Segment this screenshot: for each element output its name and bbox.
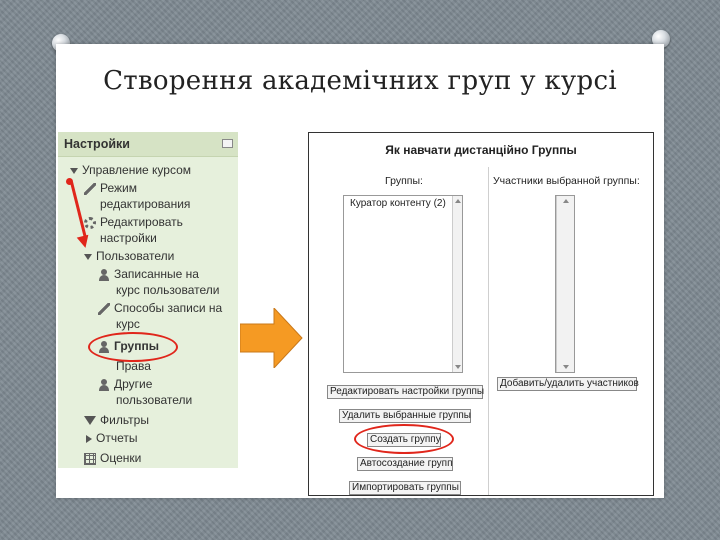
tree-item-other-users-cont: пользователи	[116, 393, 193, 407]
tree-item-grades[interactable]: Оценки	[84, 450, 141, 466]
settings-header-title: Настройки	[64, 137, 130, 151]
user-icon	[98, 378, 110, 391]
highlight-ellipse-groups	[88, 332, 178, 362]
tree-item-enrol-methods[interactable]: Способы записи на	[98, 300, 222, 316]
tree-item-other-users[interactable]: Другие	[98, 376, 152, 392]
group-option[interactable]: Куратор контенту (2)	[350, 198, 446, 209]
edit-group-settings-button[interactable]: Редактировать настройки группы	[327, 385, 484, 399]
groups-scrollbar[interactable]	[452, 196, 462, 372]
add-remove-members-button[interactable]: Добавить/удалить участников	[497, 377, 639, 391]
settings-header: Настройки	[58, 132, 238, 157]
tree-item-users[interactable]: Пользователи	[84, 248, 174, 264]
collapse-icon	[86, 434, 92, 443]
settings-panel: Настройки Управление курсом Режим редакт…	[58, 132, 238, 468]
expand-icon	[84, 253, 92, 260]
filter-icon	[84, 416, 96, 426]
members-column-label: Участники выбранной группы:	[493, 175, 640, 187]
groups-column-label: Группы:	[385, 175, 423, 187]
tree-item-enrolled-users-cont: курс пользователи	[116, 283, 220, 297]
tree-item-enrol-methods-cont: курс	[116, 317, 140, 331]
expand-icon	[70, 167, 78, 174]
pencil-icon	[98, 302, 110, 315]
orange-arrow-icon	[240, 308, 303, 368]
tree-item-edit-mode[interactable]: Режим	[84, 180, 137, 196]
block-menu-icon[interactable]	[222, 139, 233, 148]
highlight-ellipse-create-group	[354, 424, 454, 454]
tree-item-reports[interactable]: Отчеты	[86, 430, 137, 446]
import-groups-button[interactable]: Импортировать группы	[349, 481, 461, 495]
tree-item-edit-settings-cont: настройки	[100, 231, 157, 245]
tree-item-filters[interactable]: Фильтры	[84, 412, 149, 428]
tree-item-course-admin[interactable]: Управление курсом	[70, 162, 191, 178]
user-icon	[98, 268, 110, 281]
tree-item-edit-settings[interactable]: Редактировать	[84, 214, 183, 230]
delete-selected-groups-button[interactable]: Удалить выбранные группы	[339, 409, 471, 423]
members-listbox[interactable]	[555, 195, 575, 373]
gear-icon	[84, 216, 96, 229]
tree-item-edit-mode-cont: редактирования	[100, 197, 191, 211]
groups-panel-title: Як навчати дистанційно Группы	[385, 143, 577, 157]
column-divider	[488, 167, 489, 495]
grades-table-icon	[84, 452, 96, 465]
groups-listbox[interactable]: Куратор контенту (2)	[343, 195, 463, 373]
auto-create-groups-button[interactable]: Автосоздание групп	[357, 457, 453, 471]
slide-title: Створення академічних груп у курсі	[103, 66, 617, 96]
pencil-icon	[84, 182, 96, 195]
tree-item-enrolled-users[interactable]: Записанные на	[98, 266, 199, 282]
members-scrollbar[interactable]	[556, 196, 574, 372]
